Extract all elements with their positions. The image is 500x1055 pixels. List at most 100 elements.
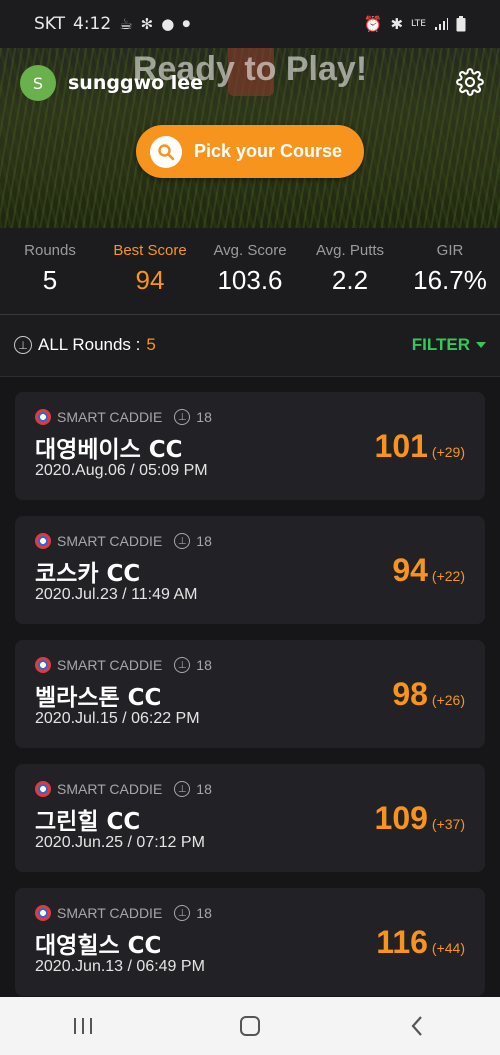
score-value: 116 [376, 924, 428, 960]
stat-best-score: Best Score 94 [100, 228, 200, 314]
round-date: 2020.Jul.15 / 06:22 PM [35, 710, 200, 727]
score-value: 94 [392, 552, 428, 588]
system-nav-bar [0, 997, 500, 1055]
round-score: 94 (+22) [392, 552, 465, 589]
stat-label: Avg. Score [213, 242, 287, 259]
search-icon [150, 135, 182, 168]
hero-banner: Ready to Play! S sunggwo lee Pick your C… [0, 48, 500, 228]
alarm-icon: ⏰ [363, 15, 383, 33]
round-score: 116 (+44) [376, 924, 465, 961]
stat-label: Rounds [24, 242, 76, 259]
all-rounds-label: ALL Rounds : [38, 335, 141, 354]
stat-value: 2.2 [331, 265, 369, 295]
round-card[interactable]: SMART CADDIE ⊥ 18 벨라스톤 CC 2020.Jul.15 / … [15, 640, 485, 748]
smart-caddie-logo-icon [35, 409, 51, 425]
stat-label: Best Score [113, 242, 187, 259]
score-value: 98 [392, 676, 428, 712]
smart-caddie-logo-icon [35, 657, 51, 673]
source-label: SMART CADDIE [57, 905, 163, 921]
source-label: SMART CADDIE [57, 657, 163, 673]
course-name: 코스카 CC [35, 561, 141, 587]
course-name: 대영베이스 CC [35, 437, 183, 463]
score-over-par: (+29) [431, 444, 465, 460]
round-card[interactable]: SMART CADDIE ⊥ 18 코스카 CC 2020.Jul.23 / 1… [15, 516, 485, 624]
round-date: 2020.Jun.25 / 07:12 PM [35, 834, 205, 851]
golf-tee-icon: ⊥ [174, 657, 191, 673]
stats-summary: Rounds 5 Best Score 94 Avg. Score 103.6 … [0, 228, 500, 314]
recent-apps-button[interactable] [53, 1006, 113, 1046]
course-name: 그린힐 CC [35, 809, 141, 835]
stat-gir: GIR 16.7% [400, 228, 500, 314]
round-source: SMART CADDIE ⊥ 18 [35, 533, 212, 549]
round-source: SMART CADDIE ⊥ 18 [35, 409, 212, 425]
score-over-par: (+26) [431, 692, 465, 708]
round-source: SMART CADDIE ⊥ 18 [35, 781, 212, 797]
stat-label: Avg. Putts [315, 242, 385, 259]
round-score: 109 (+37) [375, 800, 465, 837]
smart-caddie-logo-icon [35, 533, 51, 549]
pick-course-button[interactable]: Pick your Course [136, 125, 364, 178]
holes-count: 18 [196, 409, 212, 425]
rounds-list[interactable]: SMART CADDIE ⊥ 18 대영베이스 CC 2020.Aug.06 /… [0, 377, 500, 997]
filter-label: FILTER [411, 335, 470, 354]
back-button[interactable] [387, 1006, 447, 1046]
avatar[interactable]: S [20, 65, 56, 101]
golf-tee-icon: ⊥ [174, 533, 191, 549]
score-over-par: (+37) [431, 816, 465, 832]
smart-caddie-logo-icon [35, 905, 51, 921]
recent-apps-icon [74, 1018, 93, 1034]
stat-value: 5 [42, 265, 58, 295]
stat-avg-putts: Avg. Putts 2.2 [300, 228, 400, 314]
signal-icon [435, 18, 448, 30]
holes-count: 18 [196, 905, 212, 921]
rounds-header: ⊥ ALL Rounds : 5 FILTER [0, 315, 500, 375]
source-label: SMART CADDIE [57, 533, 163, 549]
stat-avg-score: Avg. Score 103.6 [200, 228, 300, 314]
score-over-par: (+44) [431, 940, 465, 956]
filter-button[interactable]: FILTER [412, 335, 486, 355]
lte-icon: LTE [411, 19, 426, 29]
round-source: SMART CADDIE ⊥ 18 [35, 657, 212, 673]
carrier-label: SKT [34, 14, 66, 34]
clock: 4:12 [73, 14, 112, 34]
round-date: 2020.Jul.23 / 11:49 AM [35, 586, 198, 603]
golf-tee-icon: ⊥ [174, 905, 191, 921]
battery-icon [456, 16, 466, 32]
home-icon [239, 1016, 260, 1036]
rounds-count: 5 [146, 335, 156, 354]
score-over-par: (+22) [431, 568, 465, 584]
round-score: 101 (+29) [375, 428, 465, 465]
dot-icon: ● [182, 19, 191, 29]
source-label: SMART CADDIE [57, 409, 163, 425]
round-card[interactable]: SMART CADDIE ⊥ 18 대영베이스 CC 2020.Aug.06 /… [15, 392, 485, 500]
course-name: 벨라스톤 CC [35, 685, 162, 711]
round-date: 2020.Jun.13 / 06:49 PM [35, 958, 205, 975]
stat-value: 103.6 [217, 265, 283, 295]
score-value: 109 [374, 800, 428, 836]
round-card[interactable]: SMART CADDIE ⊥ 18 대영힐스 CC 2020.Jun.13 / … [15, 888, 485, 996]
panda-icon: ● [161, 15, 175, 33]
holes-count: 18 [196, 781, 212, 797]
user-profile[interactable]: S sunggwo lee [20, 65, 203, 101]
home-button[interactable] [220, 1006, 280, 1046]
coffee-icon: ☕ [119, 15, 133, 33]
pinwheel-icon: ✻ [140, 15, 154, 33]
round-source: SMART CADDIE ⊥ 18 [35, 905, 212, 921]
golf-tee-icon: ⊥ [14, 336, 32, 354]
holes-count: 18 [196, 657, 212, 673]
status-bar: SKT 4:12 ☕ ✻ ● ● ⏰ ✱ LTE [0, 0, 500, 48]
course-name: 대영힐스 CC [35, 933, 162, 959]
username: sunggwo lee [68, 72, 204, 94]
round-card[interactable]: SMART CADDIE ⊥ 18 그린힐 CC 2020.Jun.25 / 0… [15, 764, 485, 872]
holes-count: 18 [196, 533, 212, 549]
smart-caddie-logo-icon [35, 781, 51, 797]
bluetooth-icon: ✱ [390, 15, 404, 33]
golf-tee-icon: ⊥ [174, 781, 191, 797]
chevron-down-icon [476, 342, 486, 348]
golf-tee-icon: ⊥ [174, 409, 191, 425]
round-date: 2020.Aug.06 / 05:09 PM [35, 462, 208, 479]
source-label: SMART CADDIE [57, 781, 163, 797]
stat-value: 94 [135, 265, 165, 295]
gear-icon[interactable] [456, 68, 484, 96]
pick-course-label: Pick your Course [194, 141, 343, 161]
